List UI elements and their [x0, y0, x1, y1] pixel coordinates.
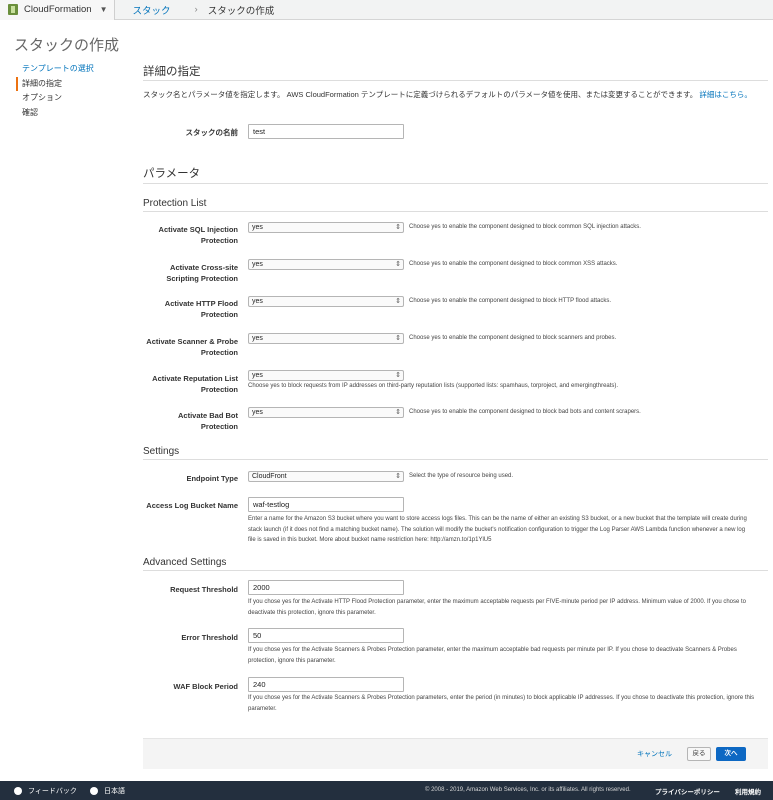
scanner-probe-select[interactable]: yes: [248, 333, 404, 344]
http-flood-help: Choose yes to enable the component desig…: [409, 298, 612, 304]
block-period-input[interactable]: 240: [248, 677, 404, 692]
wizard-steps-nav: テンプレートの選択 詳細の指定 オプション 確認: [16, 62, 94, 120]
cancel-button[interactable]: キャンセル: [637, 749, 672, 759]
bad-bot-select[interactable]: yes: [248, 407, 404, 418]
top-navigation-bar: CloudFormation ▼ スタック › スタックの作成: [0, 0, 773, 20]
details-heading: 詳細の指定: [143, 66, 201, 78]
sql-injection-help: Choose yes to enable the component desig…: [409, 224, 641, 230]
sql-injection-select[interactable]: yes: [248, 222, 404, 233]
advanced-settings-heading: Advanced Settings: [143, 557, 227, 568]
bucket-name-input[interactable]: waf-testlog: [248, 497, 404, 512]
error-threshold-input[interactable]: 50: [248, 628, 404, 643]
details-description: スタック名とパラメータ値を指定します。 AWS CloudFormation テ…: [143, 89, 752, 100]
xss-label: Activate Cross-site Scripting Protection: [166, 263, 238, 283]
terms-link[interactable]: 利用規約: [735, 786, 761, 796]
reputation-list-label: Activate Reputation List Protection: [152, 374, 238, 394]
back-button[interactable]: 戻る: [687, 747, 711, 761]
error-threshold-label: Error Threshold: [181, 633, 238, 642]
endpoint-type-help: Select the type of resource being used.: [409, 473, 514, 479]
settings-heading: Settings: [143, 446, 180, 457]
request-threshold-label: Request Threshold: [170, 585, 238, 594]
globe-icon: [90, 787, 98, 795]
xss-help: Choose yes to enable the component desig…: [409, 261, 618, 267]
protection-list-heading: Protection List: [143, 198, 207, 209]
request-threshold-help: If you chose yes for the Activate HTTP F…: [248, 599, 747, 616]
breadcrumb-stacks-link[interactable]: スタック: [133, 3, 171, 17]
privacy-policy-link[interactable]: プライバシーポリシー: [655, 786, 720, 796]
endpoint-type-select[interactable]: CloudFront: [248, 471, 404, 482]
bad-bot-help: Choose yes to enable the component desig…: [409, 409, 641, 415]
wizard-actions-bar: キャンセル 戻る 次へ: [143, 738, 768, 769]
bucket-name-label: Access Log Bucket Name: [146, 501, 238, 510]
sql-injection-label: Activate SQL Injection Protection: [158, 225, 238, 245]
cloudformation-icon: [8, 4, 18, 15]
breadcrumb-current: スタックの作成: [207, 5, 275, 17]
feedback-link[interactable]: フィードバック: [14, 786, 77, 796]
service-selector[interactable]: CloudFormation ▼: [0, 0, 115, 20]
http-flood-select[interactable]: yes: [248, 296, 404, 307]
description-text: スタック名とパラメータ値を指定します。 AWS CloudFormation テ…: [143, 90, 698, 99]
language-selector[interactable]: 日本語: [90, 786, 125, 796]
divider: [143, 459, 768, 460]
copyright-text: © 2008 - 2019, Amazon Web Services, Inc.…: [425, 787, 631, 793]
step-options: オプション: [22, 93, 62, 102]
http-flood-label: Activate HTTP Flood Protection: [164, 299, 238, 319]
breadcrumb-separator: ›: [194, 4, 198, 15]
feedback-label: フィードバック: [28, 788, 77, 795]
step-review: 確認: [22, 107, 38, 117]
next-button[interactable]: 次へ: [716, 747, 746, 761]
stack-name-label: スタックの名前: [185, 128, 239, 137]
bad-bot-label: Activate Bad Bot Protection: [177, 411, 238, 431]
divider: [143, 211, 768, 212]
language-label: 日本語: [104, 788, 125, 795]
bucket-name-help: Enter a name for the Amazon S3 bucket wh…: [248, 516, 747, 543]
page-title: スタックの作成: [14, 37, 120, 54]
step-select-template[interactable]: テンプレートの選択: [16, 62, 94, 77]
divider: [143, 183, 768, 184]
xss-select[interactable]: yes: [248, 259, 404, 270]
chevron-down-icon: ▼: [99, 5, 108, 14]
scanner-probe-label: Activate Scanner & Probe Protection: [146, 337, 238, 357]
block-period-label: WAF Block Period: [173, 682, 238, 691]
scanner-probe-help: Choose yes to enable the component desig…: [409, 335, 617, 341]
parameters-heading: パラメータ: [143, 168, 201, 180]
step-specify-details: 詳細の指定: [16, 76, 94, 91]
divider: [143, 80, 768, 81]
speech-bubble-icon: [14, 787, 22, 795]
reputation-list-select[interactable]: yes: [248, 370, 404, 381]
reputation-list-help: Choose yes to block requests from IP add…: [248, 383, 619, 389]
learn-more-link[interactable]: 詳細はこちら。: [699, 90, 752, 99]
request-threshold-input[interactable]: 2000: [248, 580, 404, 595]
console-footer: フィードバック 日本語 © 2008 - 2019, Amazon Web Se…: [0, 781, 773, 800]
service-name: CloudFormation: [24, 4, 92, 15]
error-threshold-help: If you chose yes for the Activate Scanne…: [248, 647, 737, 664]
stack-name-input[interactable]: test: [248, 124, 404, 139]
endpoint-type-label: Endpoint Type: [186, 474, 238, 483]
divider: [143, 570, 768, 571]
block-period-help: If you chose yes for the Activate Scanne…: [248, 695, 755, 712]
